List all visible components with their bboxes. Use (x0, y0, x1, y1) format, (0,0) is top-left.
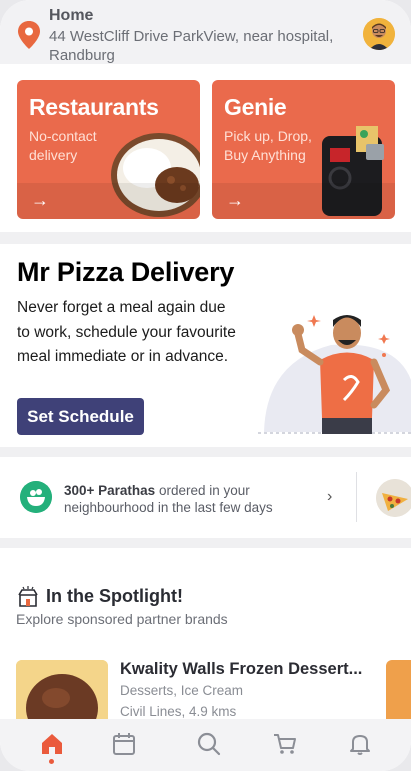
search-icon[interactable] (196, 731, 222, 757)
arrow-right-icon: → (31, 190, 49, 210)
spotlight-title: In the Spotlight! (46, 586, 183, 606)
tile-arrow-bar: → (17, 183, 200, 219)
active-indicator (49, 759, 54, 764)
profile-avatar[interactable] (363, 18, 395, 50)
section-divider (0, 538, 411, 548)
restaurants-tile[interactable]: Restaurants No-contact delivery → (17, 80, 200, 219)
delivery-person-illustration (258, 315, 411, 434)
tile-title: Restaurants (29, 94, 159, 120)
brand-name: Kwality Walls Frozen Dessert... (120, 660, 363, 678)
promo-title: Mr Pizza Delivery (17, 257, 235, 287)
location-pin-icon (18, 21, 40, 49)
address-label: Home (49, 7, 94, 24)
arrow-right-icon: → (226, 190, 244, 210)
tile-title: Genie (224, 94, 287, 120)
brand-category: Desserts, Ice Cream (120, 683, 244, 698)
parathas-text: 300+ Parathas ordered in your neighbourh… (64, 482, 324, 516)
bell-icon[interactable] (347, 731, 373, 757)
home-icon[interactable] (39, 731, 65, 757)
parathas-highlight: 300+ Parathas (64, 483, 156, 498)
section-divider (0, 232, 411, 244)
address-text: 44 WestCliff Drive ParkView, near hospit… (49, 28, 334, 64)
avatar-face-icon (363, 18, 395, 50)
genie-tile[interactable]: Genie Pick up, Drop, Buy Anything → (212, 80, 395, 219)
storefront-icon (18, 586, 38, 607)
calendar-icon[interactable] (111, 731, 137, 757)
tile-arrow-bar: → (212, 183, 395, 219)
section-divider (0, 447, 411, 457)
set-schedule-button[interactable]: Set Schedule (17, 398, 144, 435)
spotlight-subtitle: Explore sponsored partner brands (16, 611, 228, 627)
food-bowl-icon (20, 481, 52, 513)
app-screen: Home 44 WestCliff Drive ParkView, near h… (0, 0, 411, 771)
address-header[interactable]: Home 44 WestCliff Drive ParkView, near h… (0, 0, 411, 64)
vertical-divider (356, 472, 357, 522)
cart-icon[interactable] (272, 731, 298, 757)
chevron-right-icon[interactable]: › (327, 488, 332, 506)
brand-location: Civil Lines, 4.9 kms (120, 704, 237, 719)
bottom-nav (0, 719, 411, 771)
promo-description: Never forget a meal again due to work, s… (17, 299, 236, 365)
pizza-image[interactable] (376, 479, 411, 517)
